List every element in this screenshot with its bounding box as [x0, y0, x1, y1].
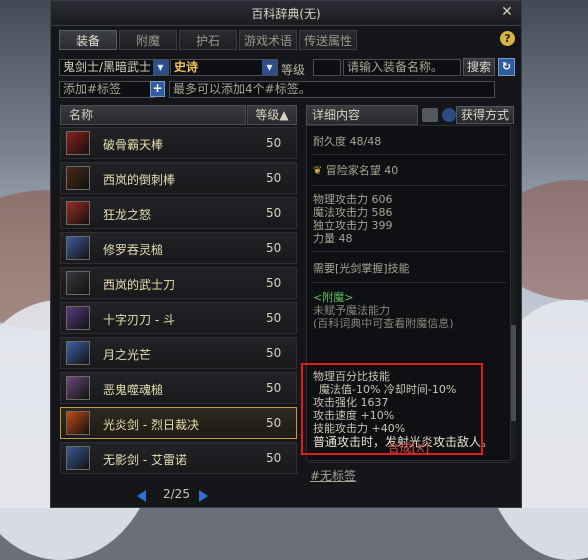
detail-content: 耐久度 48/48 ❦ 冒险家名望 40 物理攻击力 606 魔法攻击力 586… — [301, 125, 511, 461]
item-name: 西岚的倒刺棒 — [103, 173, 176, 187]
scrollbar-thumb[interactable] — [511, 325, 516, 421]
level-input[interactable] — [313, 59, 341, 76]
item-level: 50 — [266, 206, 282, 220]
item-name: 光炎剑 - 烈日裁决 — [103, 418, 199, 432]
encyclopedia-window: 百科辞典(无) ✕ 装备 附魔 护石 游戏术语 传送属性 ? 鬼剑士/黑暗武士 … — [50, 0, 522, 508]
equipment-name-input[interactable]: 请输入装备名称。 — [343, 59, 461, 76]
detail-panel: 详细内容 获得方式 耐久度 48/48 ❦ 冒险家名望 40 物理攻击力 606… — [301, 105, 516, 487]
item-level: 50 — [266, 451, 282, 465]
chevron-down-icon: ▼ — [153, 60, 168, 75]
detail-tab[interactable]: 详细内容 — [306, 105, 418, 125]
list-item[interactable]: 狂龙之怒 50 — [60, 197, 297, 229]
adventurer-fame: ❦ 冒险家名望 40 — [313, 162, 398, 178]
tab-equipment[interactable]: 装备 — [59, 30, 117, 50]
item-name: 修罗吞灵槌 — [103, 243, 164, 257]
divider — [311, 251, 506, 252]
list-item[interactable]: 光炎剑 - 烈日裁决 50 — [60, 407, 297, 439]
rarity-select-value: 史诗 — [174, 60, 199, 74]
detail-scrollbar[interactable] — [511, 125, 516, 461]
name-column-header[interactable]: 名称 — [60, 105, 246, 125]
search-button[interactable]: 搜索 — [463, 58, 495, 76]
mace-icon — [66, 376, 90, 400]
equipment-list: 名称 等级▲ 破骨霸天棒 50 西岚的倒刺棒 50 狂龙之怒 50 修罗吞灵槌 50 西岚的武士… — [60, 105, 297, 477]
club-icon — [66, 131, 90, 155]
acquire-method-button[interactable]: 获得方式 — [456, 106, 514, 124]
list-item[interactable]: 西岚的倒刺棒 50 — [60, 162, 297, 194]
item-level: 50 — [266, 171, 282, 185]
rarity-select[interactable]: 史诗 ▼ — [170, 59, 278, 76]
list-item[interactable]: 西岚的武士刀 50 — [60, 267, 297, 299]
divider — [310, 462, 510, 463]
enchant-hint: (百科词典中可查看附魔信息) — [313, 317, 454, 330]
item-level: 50 — [266, 311, 282, 325]
tab-teleport-attributes[interactable]: 传送属性 — [299, 30, 357, 50]
synthesis-link[interactable]: 合成[X] — [306, 439, 511, 456]
tab-talisman[interactable]: 护石 — [179, 30, 237, 50]
divider — [311, 282, 506, 283]
job-select[interactable]: 鬼剑士/黑暗武士 ▼ — [59, 59, 169, 76]
prev-page-icon[interactable] — [137, 490, 146, 502]
moonlight-sword-icon — [66, 341, 90, 365]
item-name: 恶鬼噬魂槌 — [103, 383, 164, 397]
window-title: 百科辞典(无) — [251, 7, 321, 21]
item-name: 西岚的武士刀 — [103, 278, 176, 292]
item-name: 月之光芒 — [103, 348, 152, 362]
list-item[interactable]: 十字刃刀 - 斗 50 — [60, 302, 297, 334]
item-level: 50 — [266, 346, 282, 360]
level-label: 等级 — [281, 63, 306, 77]
eye-icon[interactable] — [442, 108, 456, 122]
compare-icon[interactable] — [422, 108, 438, 122]
chevron-down-icon: ▼ — [262, 60, 277, 75]
help-icon[interactable]: ? — [500, 31, 515, 46]
katana-icon — [66, 271, 90, 295]
item-level: 50 — [266, 276, 282, 290]
divider — [311, 185, 506, 186]
tab-enchant[interactable]: 附魔 — [119, 30, 177, 50]
page-indicator: 2/25 — [163, 487, 190, 501]
next-page-icon[interactable] — [199, 490, 208, 502]
list-item[interactable]: 月之光芒 50 — [60, 337, 297, 369]
level-column-header[interactable]: 等级▲ — [247, 105, 297, 125]
tag-link[interactable]: #无标签 — [310, 467, 356, 484]
tag-hint-field: 最多可以添加4个#标签。 — [169, 81, 495, 98]
requirement-text: 需要[光剑掌握]技能 — [313, 262, 410, 275]
list-item[interactable]: 无影剑 - 艾雷诺 50 — [60, 442, 297, 474]
add-tag-icon[interactable]: + — [150, 81, 165, 97]
item-level: 50 — [266, 136, 282, 150]
list-item[interactable]: 修罗吞灵槌 50 — [60, 232, 297, 264]
hammer-icon — [66, 236, 90, 260]
cross-blade-icon — [66, 306, 90, 330]
rod-icon — [66, 166, 90, 190]
fame-icon: ❦ — [313, 164, 323, 177]
list-item[interactable]: 恶鬼噬魂槌 50 — [60, 372, 297, 404]
dragon-blade-icon — [66, 201, 90, 225]
refresh-icon[interactable]: ↻ — [498, 58, 515, 76]
tab-game-terms[interactable]: 游戏术语 — [239, 30, 297, 50]
item-level: 50 — [266, 416, 282, 430]
durability-text: 耐久度 48/48 — [313, 135, 382, 148]
fame-text: 冒险家名望 40 — [325, 164, 399, 177]
item-name: 破骨霸天棒 — [103, 138, 164, 152]
title-bar[interactable]: 百科辞典(无) ✕ — [51, 1, 521, 26]
list-item[interactable]: 破骨霸天棒 50 — [60, 127, 297, 159]
item-level: 50 — [266, 381, 282, 395]
item-name: 十字刃刀 - 斗 — [103, 313, 175, 327]
job-select-value: 鬼剑士/黑暗武士 — [63, 60, 152, 74]
divider — [311, 154, 506, 155]
tag-input[interactable]: 添加#标签 — [59, 81, 155, 98]
shadow-sword-icon — [66, 446, 90, 470]
close-button[interactable]: ✕ — [499, 4, 515, 20]
flame-sword-icon — [66, 411, 90, 435]
item-name: 无影剑 - 艾雷诺 — [103, 453, 187, 467]
item-level: 50 — [266, 241, 282, 255]
item-name: 狂龙之怒 — [103, 208, 152, 222]
stat-strength: 力量 48 — [313, 232, 353, 245]
